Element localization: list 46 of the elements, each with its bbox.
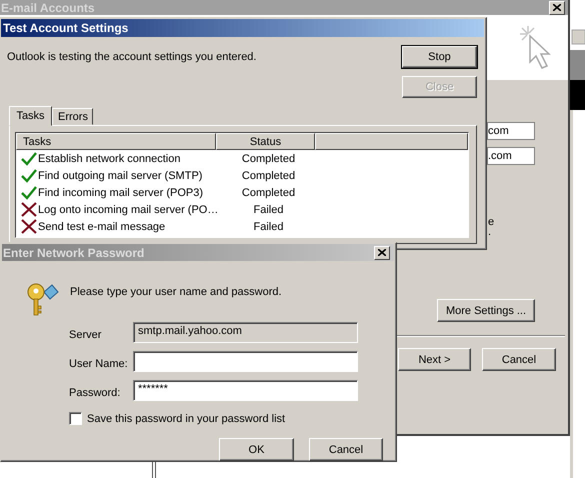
text-field[interactable]: com xyxy=(487,122,535,140)
checkbox-label: Save this password in your password list xyxy=(87,412,286,424)
cross-icon xyxy=(20,219,36,234)
next-button[interactable]: Next > xyxy=(398,348,471,371)
status-message: Outlook is testing the account settings you entered. xyxy=(6,51,258,63)
task-status: Completed xyxy=(240,170,296,182)
task-status: Completed xyxy=(240,186,296,198)
more-settings-button[interactable]: More Settings ... xyxy=(437,299,535,322)
stop-button[interactable]: Stop xyxy=(402,46,477,68)
task-status: Completed xyxy=(240,152,296,164)
field-label: Server xyxy=(69,328,102,340)
cancel-button[interactable]: Cancel xyxy=(309,438,383,461)
check-icon xyxy=(20,186,36,200)
prompt-text: Please type your user name and password. xyxy=(70,286,282,298)
task-name: Log onto incoming mail server (PO… xyxy=(38,204,219,216)
task-name: Establish network connection xyxy=(38,152,182,164)
ok-button[interactable]: OK xyxy=(219,438,294,461)
partial-text: e xyxy=(488,216,494,228)
check-icon xyxy=(20,168,36,182)
dialog-title: Test Account Settings xyxy=(3,21,128,35)
tab[interactable]: Tasks xyxy=(9,106,52,126)
cross-icon xyxy=(20,202,36,217)
field-label: User Name: xyxy=(69,356,129,370)
task-name: Send test e-mail message xyxy=(38,220,166,232)
checkbox[interactable] xyxy=(69,412,82,425)
column-header[interactable]: Tasks xyxy=(16,133,216,150)
task-status: Failed xyxy=(252,204,284,216)
cancel-button[interactable]: Cancel xyxy=(482,348,556,371)
dialog-title: Enter Network Password xyxy=(3,246,144,260)
tab[interactable]: Errors xyxy=(52,108,93,125)
close-button[interactable] xyxy=(374,246,390,260)
column-header[interactable]: Status xyxy=(216,133,315,150)
partial-text: . xyxy=(488,226,492,238)
task-name: Find outgoing mail server (SMTP) xyxy=(38,170,204,182)
task-name: Find incoming mail server (POP3) xyxy=(38,186,204,198)
key-icon xyxy=(26,282,59,318)
check-icon xyxy=(20,152,36,166)
text-field[interactable]: .com xyxy=(487,147,535,165)
close-button[interactable] xyxy=(549,0,565,14)
task-status: Failed xyxy=(252,220,284,232)
password-field[interactable]: ******* xyxy=(133,380,358,401)
user-name-field[interactable] xyxy=(133,351,358,372)
close-icon xyxy=(553,4,561,11)
window-title: E-mail Accounts xyxy=(0,0,95,14)
close-icon xyxy=(378,249,386,256)
field-label: Password: xyxy=(69,386,122,398)
